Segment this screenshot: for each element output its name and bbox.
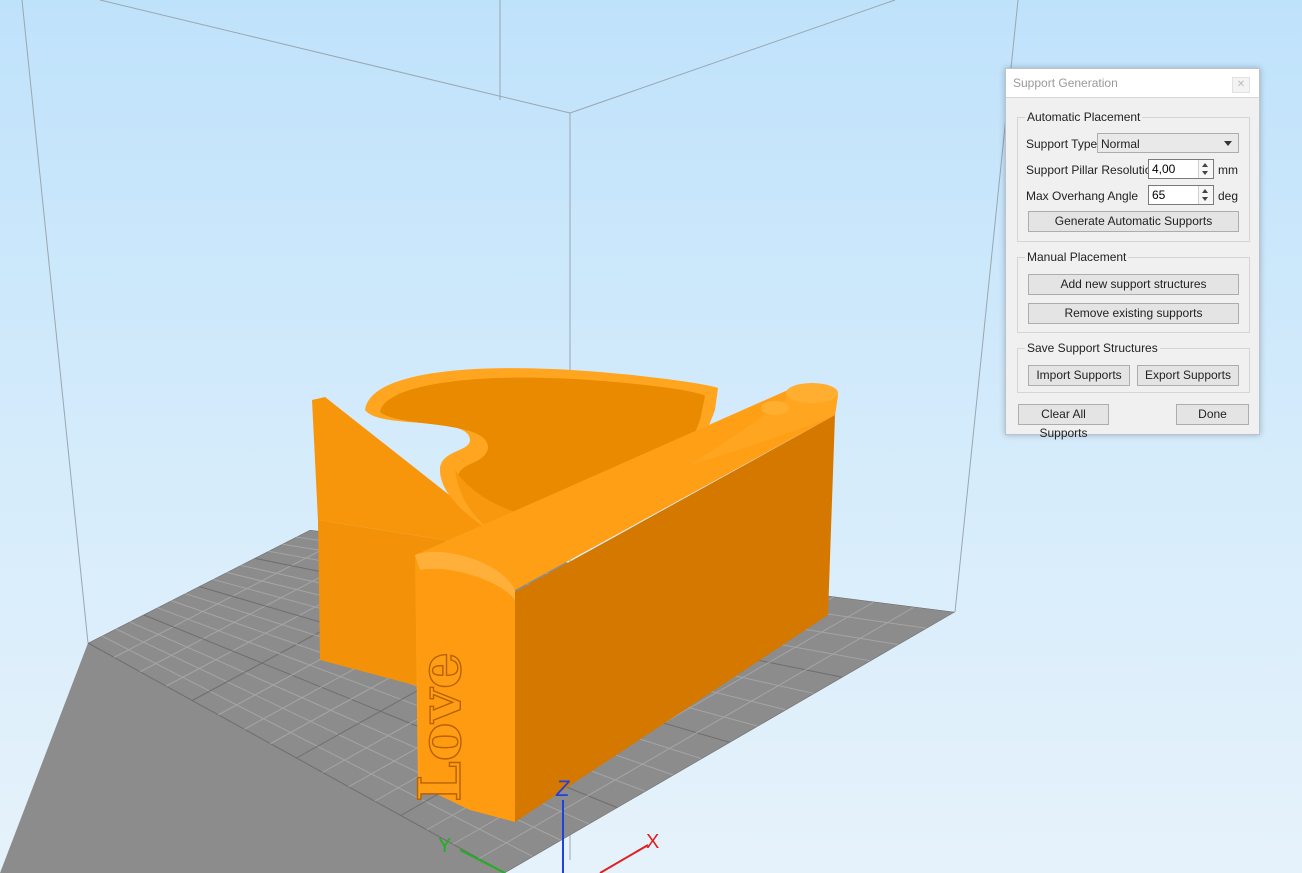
model-engraved-text: Love [406, 652, 474, 802]
add-support-structures-button[interactable]: Add new support structures [1028, 274, 1239, 295]
support-generation-dialog: Support Generation ✕ Automatic Placement… [1005, 68, 1260, 440]
pillar-resolution-input[interactable] [1151, 161, 1200, 177]
dialog-title-bar[interactable]: Support Generation ✕ [1006, 69, 1259, 98]
z-axis-label: Z [555, 776, 571, 801]
spin-arrows-icon[interactable] [1198, 160, 1213, 178]
manual-placement-legend: Manual Placement [1025, 250, 1129, 264]
support-type-label: Support Type [1026, 137, 1098, 151]
close-icon[interactable]: ✕ [1232, 77, 1250, 93]
overhang-angle-input[interactable] [1151, 187, 1200, 203]
chevron-down-icon [1224, 141, 1232, 146]
support-type-value: Normal [1101, 137, 1140, 151]
x-axis-label: X [646, 831, 659, 853]
remove-supports-button[interactable]: Remove existing supports [1028, 303, 1239, 324]
automatic-placement-legend: Automatic Placement [1025, 110, 1143, 124]
clear-all-supports-button[interactable]: Clear All Supports [1018, 404, 1109, 440]
pillar-resolution-unit: mm [1218, 163, 1238, 177]
overhang-angle-label: Max Overhang Angle [1026, 189, 1139, 203]
spin-arrows-icon[interactable] [1198, 186, 1213, 204]
save-support-structures-legend: Save Support Structures [1025, 341, 1160, 355]
import-supports-button[interactable]: Import Supports [1028, 365, 1130, 386]
generate-automatic-supports-button[interactable]: Generate Automatic Supports [1028, 211, 1239, 232]
support-type-select[interactable]: Normal [1097, 133, 1239, 153]
done-button[interactable]: Done [1176, 404, 1249, 425]
overhang-angle-spinbox[interactable] [1148, 185, 1214, 205]
y-axis-label: Y [438, 835, 451, 857]
pillar-resolution-spinbox[interactable] [1148, 159, 1214, 179]
export-supports-button[interactable]: Export Supports [1137, 365, 1239, 386]
overhang-angle-unit: deg [1218, 189, 1239, 203]
dialog-title: Support Generation [1013, 76, 1118, 90]
pillar-resolution-label: Support Pillar Resolution [1026, 163, 1159, 177]
